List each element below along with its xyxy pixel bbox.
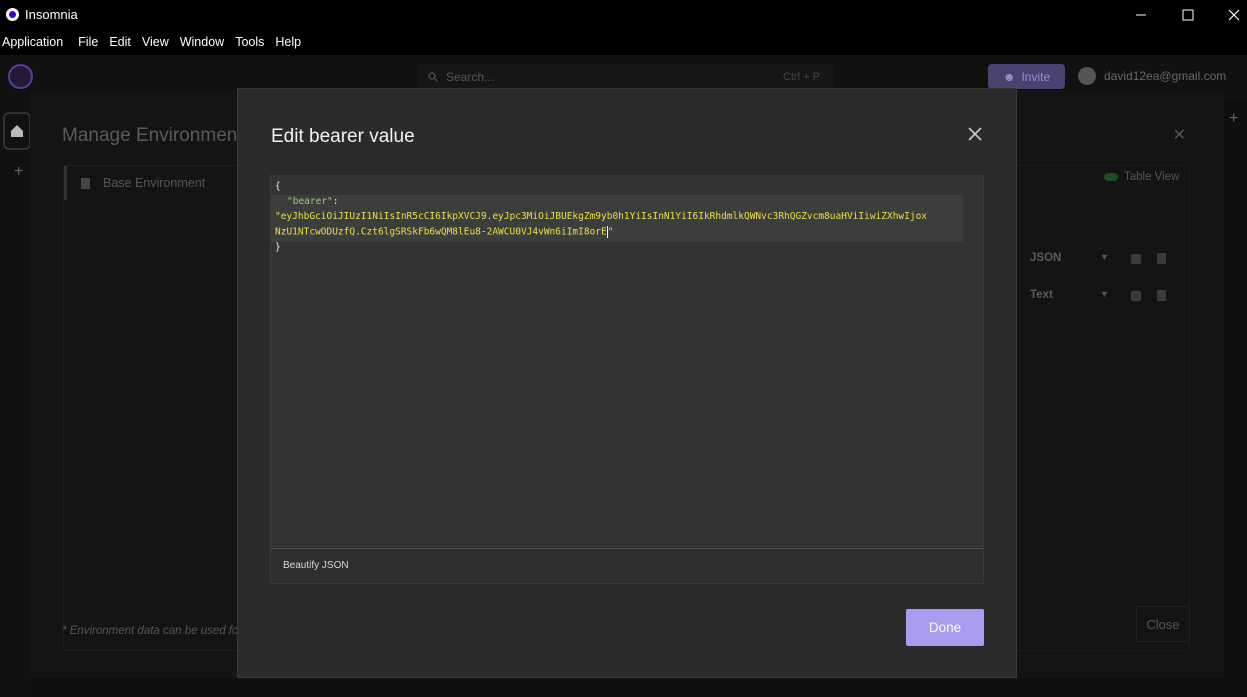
toggle-icon (1104, 173, 1118, 181)
search-shortcut: Ctrl + P (783, 70, 820, 83)
json-colon: : (332, 196, 339, 207)
json-close-brace: } (275, 242, 281, 253)
home-tab[interactable] (3, 112, 31, 150)
edit-bearer-modal: Edit bearer value { "bearer": "eyJhbGciO… (237, 88, 1017, 678)
environment-list: Base Environment (63, 165, 253, 651)
menu-bar: Application File Edit View Window Tools … (0, 29, 1247, 55)
minimize-icon[interactable] (1118, 0, 1164, 29)
json-value-line-1: "eyJhbGciOiJIUzI1NiIsInR5cCI6IkpXVCJ9.ey… (275, 211, 928, 222)
json-key: "bearer" (287, 196, 333, 207)
add-icon-right[interactable]: + (1229, 110, 1238, 128)
manage-environments-title: Manage Environments (62, 125, 253, 146)
chevron-down-icon: ▼ (1100, 252, 1109, 262)
json-value-line-2: NzU1NTcwODUzfQ.Czt6lgSRSkFb6wQM8lEu8-2AW… (275, 226, 607, 238)
user-email: david12ea@gmail.com (1104, 69, 1227, 83)
close-icon[interactable] (966, 126, 984, 144)
left-rail (0, 99, 30, 697)
close-window-icon[interactable] (1211, 0, 1247, 29)
menu-file[interactable]: File (76, 35, 107, 49)
menu-help[interactable]: Help (273, 35, 310, 49)
modal-title: Edit bearer value (271, 126, 415, 147)
row-type-label: JSON (1030, 252, 1062, 264)
insomnia-home-logo-icon[interactable] (8, 64, 33, 89)
menu-edit[interactable]: Edit (107, 35, 140, 49)
env-item-base[interactable]: Base Environment (64, 166, 254, 200)
chevron-down-icon: ▼ (1100, 289, 1109, 299)
env-item-label: Base Environment (103, 176, 206, 190)
invite-button[interactable]: ☻ Invite (988, 64, 1065, 89)
table-view-toggle[interactable]: Table View (1104, 171, 1179, 183)
row-enabled-checkbox[interactable] (1131, 291, 1141, 301)
json-value-line-2-container: NzU1NTcwODUzfQ.Czt6lgSRSkFb6wQM8lEu8-2AW… (275, 226, 613, 238)
row-type-label: Text (1030, 289, 1053, 301)
invite-label: Invite (1021, 69, 1051, 84)
document-icon (81, 177, 90, 189)
table-view-label: Table View (1124, 171, 1180, 183)
json-editor[interactable]: { "bearer": "eyJhbGciOiJIUzI1NiIsInR5cCI… (270, 175, 984, 547)
add-tab-icon[interactable]: + (14, 163, 23, 181)
editor-footer: Beautify JSON (270, 548, 984, 584)
json-value-end-quote: " (607, 226, 614, 238)
trash-icon[interactable] (1157, 253, 1166, 264)
footnote: * Environment data can be used for N (62, 625, 254, 637)
title-bar: Insomnia (0, 0, 1247, 29)
search-input[interactable]: Search... Ctrl + P (418, 64, 834, 89)
done-button[interactable]: Done (906, 609, 984, 646)
avatar (1078, 67, 1096, 85)
json-open-brace: { (275, 181, 281, 192)
home-icon (11, 125, 23, 137)
close-button[interactable]: Close (1136, 606, 1190, 642)
user-menu[interactable]: david12ea@gmail.com (1078, 67, 1226, 85)
insomnia-logo-icon (6, 8, 19, 21)
beautify-json-button[interactable]: Beautify JSON (283, 560, 349, 571)
trash-icon[interactable] (1157, 290, 1166, 301)
row-enabled-checkbox[interactable] (1131, 254, 1141, 264)
menu-window[interactable]: Window (178, 35, 233, 49)
json-key-line: "bearer": (287, 196, 339, 207)
add-user-icon: ☻ (1002, 69, 1016, 84)
close-manage-icon[interactable]: ✕ (1173, 125, 1186, 145)
menu-view[interactable]: View (140, 35, 178, 49)
menu-application[interactable]: Application (0, 35, 72, 49)
window-title: Insomnia (25, 7, 78, 22)
search-placeholder: Search... (446, 69, 495, 84)
menu-tools[interactable]: Tools (233, 35, 273, 49)
search-icon (428, 71, 438, 82)
row-type-select[interactable]: Text ▼ (1030, 289, 1110, 301)
maximize-icon[interactable] (1165, 0, 1211, 29)
row-type-select[interactable]: JSON ▼ (1030, 252, 1110, 264)
